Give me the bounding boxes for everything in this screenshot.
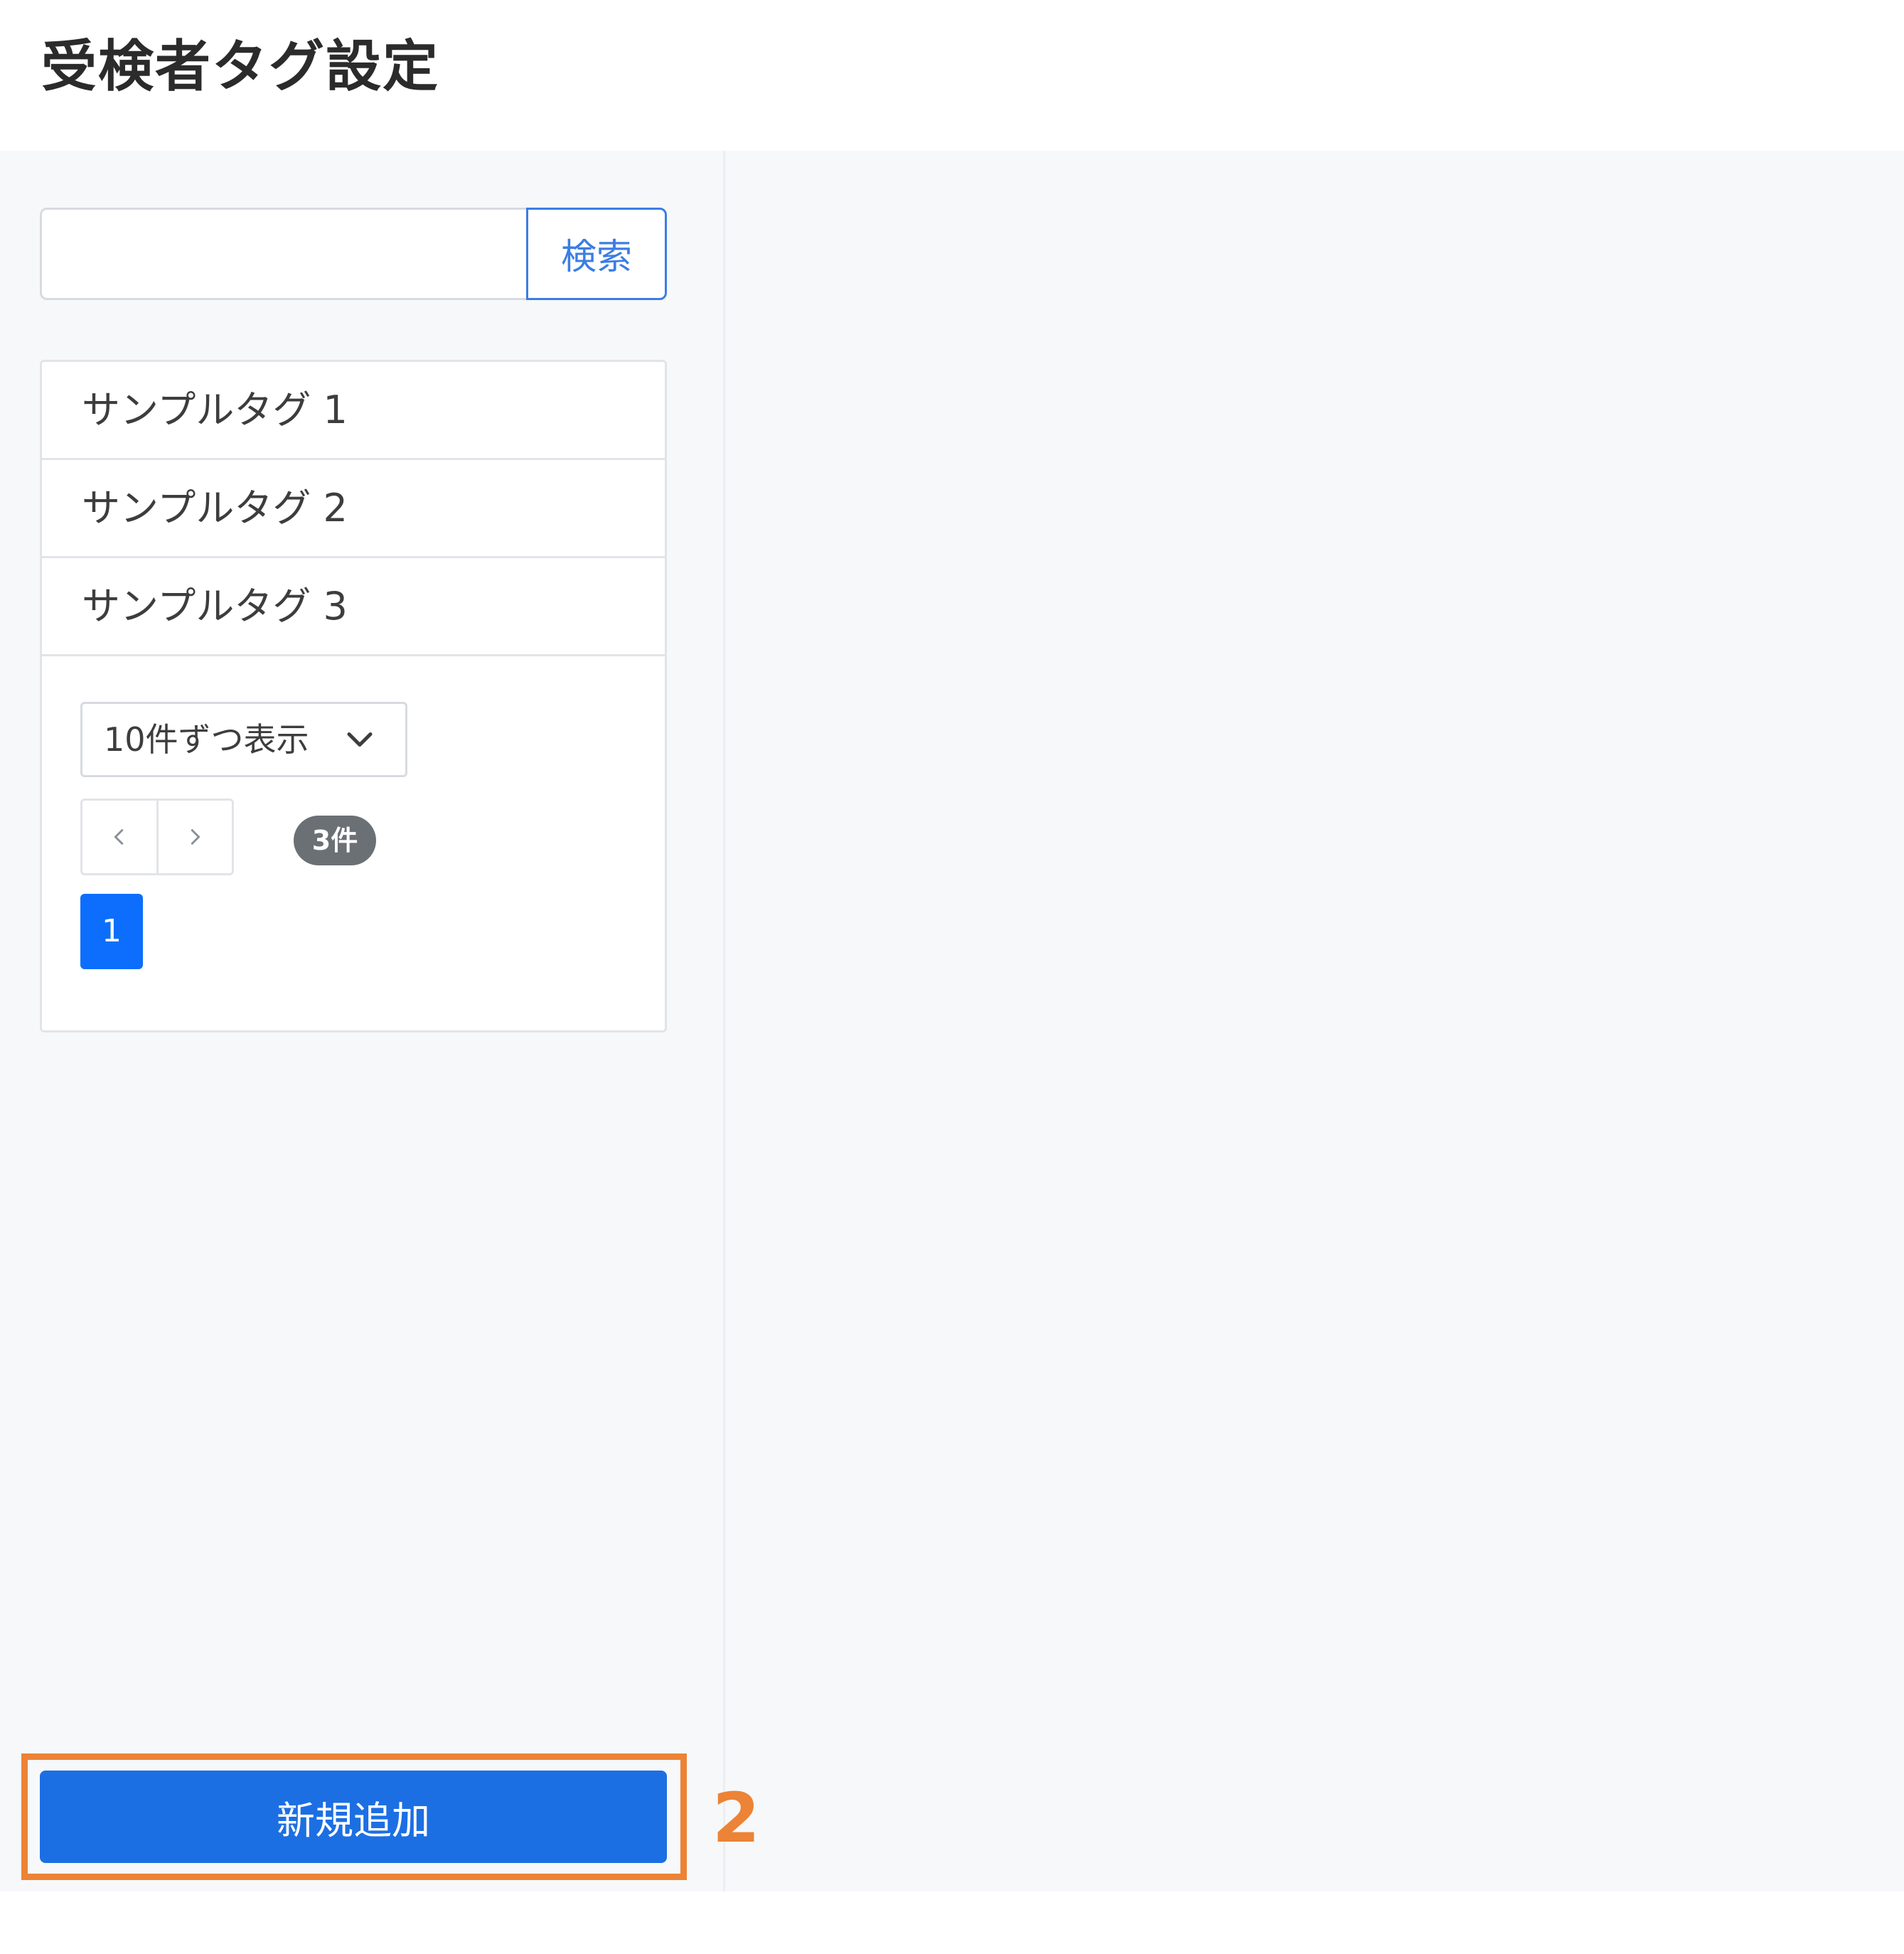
search-input[interactable] <box>40 208 526 300</box>
search-group: 検索 <box>40 208 667 300</box>
chevron-down-icon <box>347 732 373 747</box>
page-title: 受検者タグ設定 <box>41 35 440 99</box>
tag-list-card: サンプルタグ 1 サンプルタグ 2 サンプルタグ 3 10件ずつ表示 3件 1 <box>40 360 667 1032</box>
sidebar: 検索 サンプルタグ 1 サンプルタグ 2 サンプルタグ 3 10件ずつ表示 3件… <box>0 151 725 1891</box>
count-badge: 3件 <box>294 816 376 865</box>
add-new-button[interactable]: 新規追加 <box>40 1771 667 1863</box>
chevron-left-icon <box>114 829 123 845</box>
header: 受検者タグ設定 <box>0 0 1904 151</box>
tag-list: サンプルタグ 1 サンプルタグ 2 サンプルタグ 3 <box>42 362 665 656</box>
search-button[interactable]: 検索 <box>526 208 667 300</box>
main-panel <box>725 151 1904 1891</box>
chevron-right-icon <box>191 829 200 845</box>
page: 受検者タグ設定 検索 サンプルタグ 1 サンプルタグ 2 サンプルタグ 3 10… <box>0 0 1904 1954</box>
tag-list-item[interactable]: サンプルタグ 3 <box>42 558 665 656</box>
tag-list-item[interactable]: サンプルタグ 2 <box>42 460 665 558</box>
footer-strip <box>0 1891 1904 1954</box>
tag-list-item[interactable]: サンプルタグ 1 <box>42 362 665 460</box>
per-page-select[interactable]: 10件ずつ表示 <box>80 702 407 777</box>
content-area: 検索 サンプルタグ 1 サンプルタグ 2 サンプルタグ 3 10件ずつ表示 3件… <box>0 151 1904 1891</box>
prev-page-button[interactable] <box>82 801 156 873</box>
page-number-1[interactable]: 1 <box>80 894 143 969</box>
pager <box>80 799 234 875</box>
next-page-button[interactable] <box>156 801 232 873</box>
per-page-label: 10件ずつ表示 <box>104 720 309 759</box>
